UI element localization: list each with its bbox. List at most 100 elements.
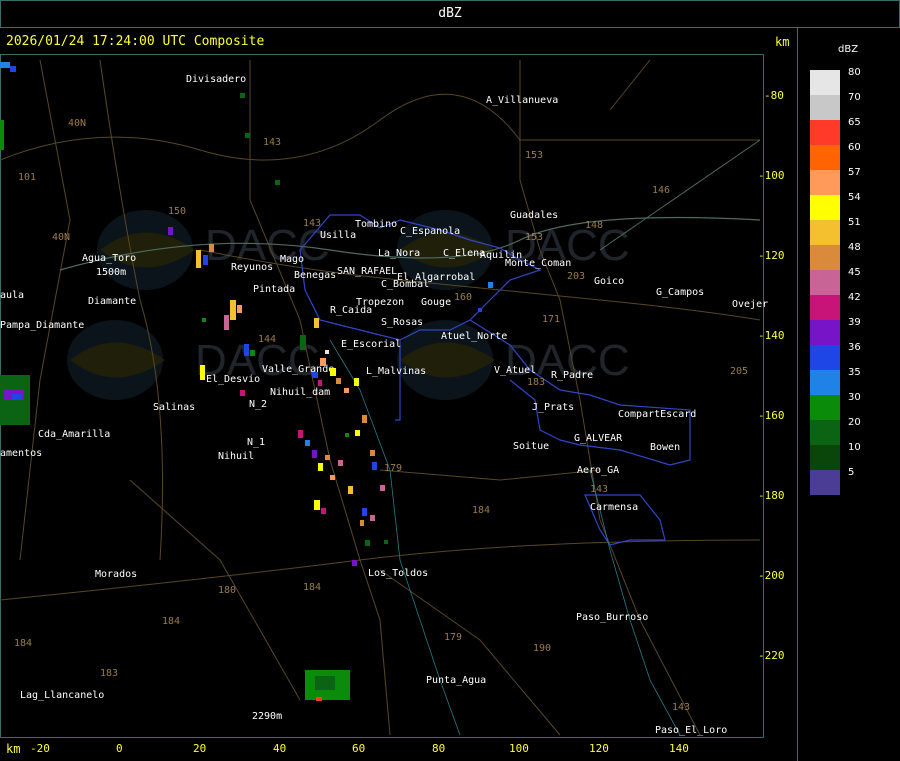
radar-window: dBZ 2026/01/24 17:24:00 UTC Composite km… (0, 0, 900, 761)
svg-text:Aero_GA: Aero_GA (577, 465, 619, 476)
svg-text:Reyunos: Reyunos (231, 262, 273, 273)
legend-label: 20 (848, 417, 861, 428)
svg-text:El_Algarrobal: El_Algarrobal (397, 272, 475, 283)
svg-text:Pintada: Pintada (253, 284, 295, 295)
svg-text:Carmensa: Carmensa (590, 502, 638, 513)
svg-text:143: 143 (672, 702, 690, 713)
x-tick: 80 (432, 742, 446, 755)
svg-text:Cda_Amarilla: Cda_Amarilla (38, 429, 110, 440)
svg-text:205: 205 (730, 366, 748, 377)
legend-swatch (810, 470, 840, 495)
svg-text:183: 183 (100, 668, 118, 679)
legend-swatch (810, 245, 840, 270)
svg-text:Ovejer: Ovejer (732, 299, 768, 310)
svg-text:Nihuil_dam: Nihuil_dam (270, 387, 330, 398)
svg-text:184: 184 (162, 616, 180, 627)
svg-text:180: 180 (218, 585, 236, 596)
legend-swatch (810, 70, 840, 95)
y-tick: -220 (758, 649, 785, 662)
svg-text:Punta_Agua: Punta_Agua (426, 675, 486, 686)
svg-text:Benegas: Benegas (294, 270, 336, 281)
svg-text:Divisadero: Divisadero (186, 74, 246, 85)
y-tick: -160 (758, 409, 785, 422)
svg-text:L_Malvinas: L_Malvinas (366, 366, 426, 377)
svg-text:aula: aula (0, 290, 24, 301)
svg-text:N_1: N_1 (247, 437, 265, 448)
svg-text:179: 179 (444, 632, 462, 643)
x-tick: 60 (352, 742, 366, 755)
svg-text:Bowen: Bowen (650, 442, 680, 453)
x-tick: 120 (589, 742, 609, 755)
svg-text:Monte_Coman: Monte_Coman (505, 258, 571, 269)
legend-swatch (810, 270, 840, 295)
border-line-2 (599, 139, 761, 251)
svg-text:C_Elena: C_Elena (443, 248, 485, 259)
svg-text:184: 184 (14, 638, 32, 649)
y-tick: -140 (758, 329, 785, 342)
svg-text:V_Atuel: V_Atuel (494, 365, 536, 376)
legend-swatch (810, 420, 840, 445)
svg-text:143: 143 (590, 484, 608, 495)
legend-swatch (810, 170, 840, 195)
svg-text:Tropezon: Tropezon (356, 297, 404, 308)
y-tick: -200 (758, 569, 785, 582)
svg-text:190: 190 (533, 643, 551, 654)
legend-label: 80 (848, 67, 861, 78)
svg-text:184: 184 (472, 505, 490, 516)
y-tick: -100 (758, 169, 785, 182)
svg-text:153: 153 (525, 232, 543, 243)
svg-text:El_Desvio: El_Desvio (206, 374, 260, 385)
x-tick: 140 (669, 742, 689, 755)
svg-text:143: 143 (263, 137, 281, 148)
svg-text:171: 171 (542, 314, 560, 325)
svg-text:184: 184 (303, 582, 321, 593)
legend-label: 36 (848, 342, 861, 353)
legend-label: 35 (848, 367, 861, 378)
legend-swatch (810, 370, 840, 395)
svg-text:1500m: 1500m (96, 267, 126, 278)
legend-swatch (810, 320, 840, 345)
legend-swatch (810, 195, 840, 220)
svg-text:153: 153 (525, 150, 543, 161)
x-tick: -20 (30, 742, 50, 755)
legend-swatch (810, 95, 840, 120)
svg-text:A_Villanueva: A_Villanueva (486, 95, 558, 106)
legend-label: 48 (848, 242, 861, 253)
y-tick: -180 (758, 489, 785, 502)
svg-text:148: 148 (585, 220, 603, 231)
legend-title: dBZ (838, 44, 859, 55)
svg-text:Morados: Morados (95, 569, 137, 580)
svg-text:G_Campos: G_Campos (656, 287, 704, 298)
legend-label: 30 (848, 392, 861, 403)
svg-text:Pampa_Diamante: Pampa_Diamante (0, 320, 84, 331)
svg-text:146: 146 (652, 185, 670, 196)
legend-label: 70 (848, 92, 861, 103)
y-tick: -80 (764, 89, 784, 102)
svg-text:Los_Toldos: Los_Toldos (368, 568, 428, 579)
svg-text:Diamante: Diamante (88, 296, 136, 307)
svg-text:C_Espanola: C_Espanola (400, 226, 460, 237)
svg-text:Guadales: Guadales (510, 210, 558, 221)
map-layer: DACC DACC DACC DACC 143153101 40N150143 … (0, 59, 768, 736)
x-tick: 0 (116, 742, 123, 755)
dbz-legend (810, 70, 840, 495)
svg-text:Paso_El_Loro: Paso_El_Loro (655, 725, 727, 736)
svg-text:CompartEscard: CompartEscard (618, 409, 696, 420)
svg-text:203: 203 (567, 271, 585, 282)
legend-label: 42 (848, 292, 861, 303)
svg-text:150: 150 (168, 206, 186, 217)
legend-swatch (810, 145, 840, 170)
legend-swatch (810, 120, 840, 145)
legend-swatch (810, 445, 840, 470)
legend-swatch (810, 295, 840, 320)
x-tick: 20 (193, 742, 207, 755)
svg-text:Lag_Llancanelo: Lag_Llancanelo (20, 690, 104, 701)
legend-label: 65 (848, 117, 861, 128)
svg-text:amentos: amentos (0, 448, 42, 459)
svg-text:G_ALVEAR: G_ALVEAR (574, 433, 623, 444)
svg-text:R_Padre: R_Padre (551, 370, 593, 381)
svg-text:179: 179 (384, 463, 402, 474)
legend-label: 39 (848, 317, 861, 328)
svg-text:144: 144 (258, 334, 276, 345)
legend-label: 57 (848, 167, 861, 178)
